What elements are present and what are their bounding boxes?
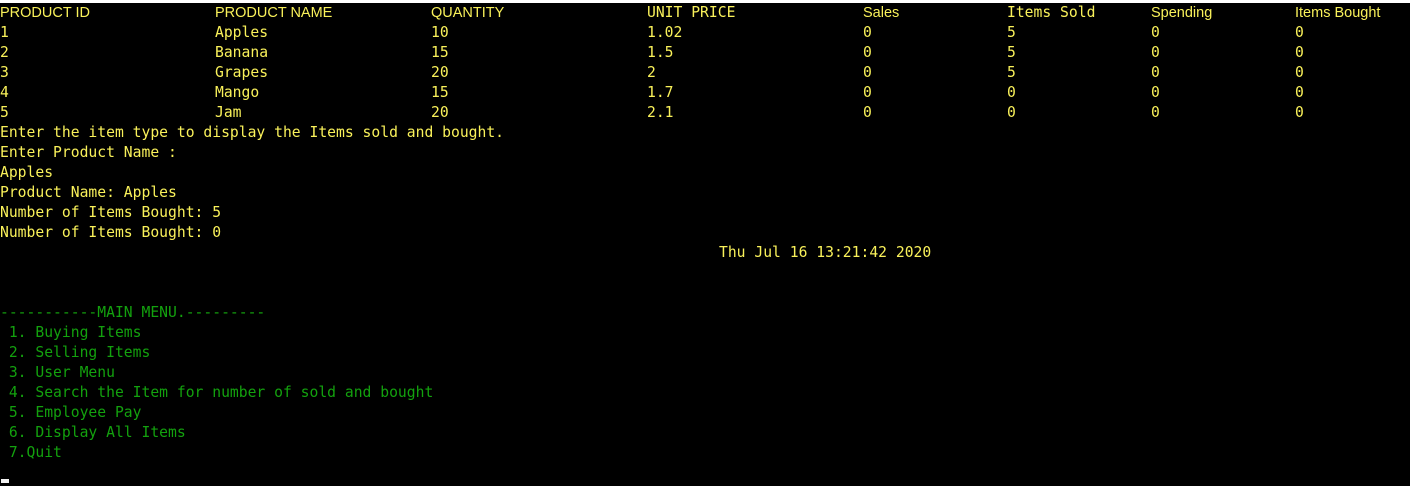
- cell-unit-price: 2: [647, 64, 656, 81]
- cell-quantity: 10: [431, 24, 449, 41]
- cell-items-sold: 5: [1007, 64, 1016, 81]
- menu-item-display-all: 6. Display All Items: [0, 424, 186, 441]
- cell-quantity: 15: [431, 44, 449, 61]
- text-cursor: [1, 479, 9, 483]
- cell-sales: 0: [863, 64, 872, 81]
- cell-quantity: 20: [431, 104, 449, 121]
- cell-unit-price: 2.1: [647, 104, 674, 121]
- prompt-item-type: Enter the item type to display the Items…: [0, 124, 505, 141]
- header-product-id: PRODUCT ID: [0, 5, 90, 21]
- main-menu-title: -----------MAIN MENU.---------: [0, 304, 266, 321]
- menu-item-user-menu: 3. User Menu: [0, 364, 115, 381]
- cell-spending: 0: [1151, 44, 1160, 61]
- items-bought-output: Number of Items Bought: 5: [0, 204, 222, 221]
- cell-items-sold: 5: [1007, 44, 1016, 61]
- cell-spending: 0: [1151, 84, 1160, 101]
- cell-sales: 0: [863, 104, 872, 121]
- cell-items-bought: 0: [1295, 104, 1304, 121]
- cell-unit-price: 1.02: [647, 24, 683, 41]
- table-row: 4 Mango 15 1.7 0 0 0 0: [0, 83, 1304, 103]
- cell-product-id: 4: [0, 84, 9, 101]
- cell-product-name: Mango: [215, 84, 260, 101]
- header-quantity: QUANTITY: [431, 5, 505, 21]
- cell-product-name: Grapes: [215, 64, 269, 81]
- cell-sales: 0: [863, 84, 872, 101]
- table-row: 5 Jam 20 2.1 0 0 0 0: [0, 103, 1304, 123]
- header-product-name: PRODUCT NAME: [215, 5, 333, 21]
- cell-spending: 0: [1151, 24, 1160, 41]
- header-unit-price: UNIT PRICE: [647, 4, 736, 21]
- items-bought-output: Number of Items Bought: 0: [0, 224, 222, 241]
- cell-unit-price: 1.7: [647, 84, 674, 101]
- table-row: 2 Banana 15 1.5 0 5 0 0: [0, 43, 1304, 63]
- cell-items-bought: 0: [1295, 44, 1304, 61]
- window-edge: [1410, 0, 1414, 486]
- cell-items-bought: 0: [1295, 24, 1304, 41]
- cell-spending: 0: [1151, 104, 1160, 121]
- cell-product-name: Apples: [215, 24, 269, 41]
- header-sales: Sales: [863, 5, 900, 21]
- header-items-sold: Items Sold: [1007, 4, 1096, 21]
- cell-product-name: Jam: [215, 104, 242, 121]
- cell-product-id: 3: [0, 64, 9, 81]
- cell-product-id: 1: [0, 24, 9, 41]
- cell-items-bought: 0: [1295, 64, 1304, 81]
- timestamp: Thu Jul 16 13:21:42 2020: [719, 244, 932, 261]
- table-row: 1 Apples 10 1.02 0 5 0 0: [0, 23, 1304, 43]
- cell-quantity: 15: [431, 84, 449, 101]
- user-input-value: Apples: [0, 164, 54, 181]
- console-window[interactable]: PRODUCT ID PRODUCT NAME QUANTITY UNIT PR…: [0, 3, 1410, 486]
- prompt-product-name: Enter Product Name :: [0, 144, 177, 161]
- menu-item-buying: 1. Buying Items: [0, 324, 142, 341]
- cell-unit-price: 1.5: [647, 44, 674, 61]
- table-header-row: PRODUCT ID PRODUCT NAME QUANTITY UNIT PR…: [0, 3, 1380, 23]
- cell-spending: 0: [1151, 64, 1160, 81]
- header-spending: Spending: [1151, 5, 1213, 21]
- cell-quantity: 20: [431, 64, 449, 81]
- product-name-output: Product Name: Apples: [0, 184, 177, 201]
- menu-item-search: 4. Search the Item for number of sold an…: [0, 384, 434, 401]
- cell-items-sold: 5: [1007, 24, 1016, 41]
- cell-items-sold: 0: [1007, 84, 1016, 101]
- cell-product-id: 5: [0, 104, 9, 121]
- cell-sales: 0: [863, 24, 872, 41]
- cell-items-bought: 0: [1295, 84, 1304, 101]
- menu-item-employee-pay: 5. Employee Pay: [0, 404, 142, 421]
- menu-item-selling: 2. Selling Items: [0, 344, 151, 361]
- header-items-bought: Items Bought: [1295, 5, 1381, 21]
- cell-product-name: Banana: [215, 44, 269, 61]
- cell-product-id: 2: [0, 44, 9, 61]
- table-row: 3 Grapes 20 2 0 5 0 0: [0, 63, 1304, 83]
- cell-sales: 0: [863, 44, 872, 61]
- menu-item-quit: 7.Quit: [0, 444, 62, 461]
- cell-items-sold: 0: [1007, 104, 1016, 121]
